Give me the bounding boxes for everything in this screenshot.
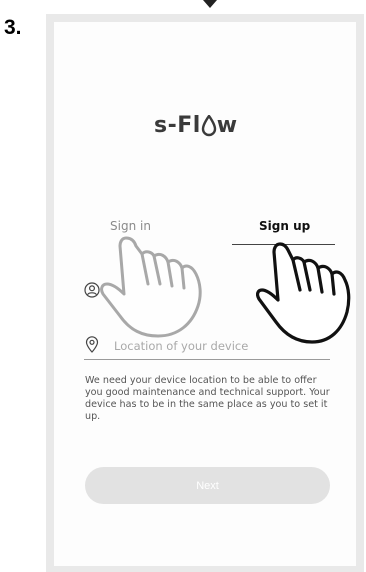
pointing-hand-icon xyxy=(256,242,351,344)
water-drop-logo-icon xyxy=(201,114,216,136)
logo-text-left: s-Fl xyxy=(154,113,201,138)
location-info-text: We need your device location to be able … xyxy=(85,375,330,422)
app-logo: s-Fl w xyxy=(154,113,238,138)
step-number: 3. xyxy=(4,16,22,39)
next-button[interactable]: Next xyxy=(85,467,330,504)
location-field-underline xyxy=(84,359,330,360)
tab-sign-in[interactable]: Sign in xyxy=(110,219,151,233)
tab-sign-up[interactable]: Sign up xyxy=(259,219,310,233)
logo-text-right: w xyxy=(216,113,238,138)
location-field-placeholder[interactable]: Location of your device xyxy=(114,339,248,353)
pointing-hand-icon xyxy=(100,236,202,338)
down-arrow-icon xyxy=(203,0,217,8)
